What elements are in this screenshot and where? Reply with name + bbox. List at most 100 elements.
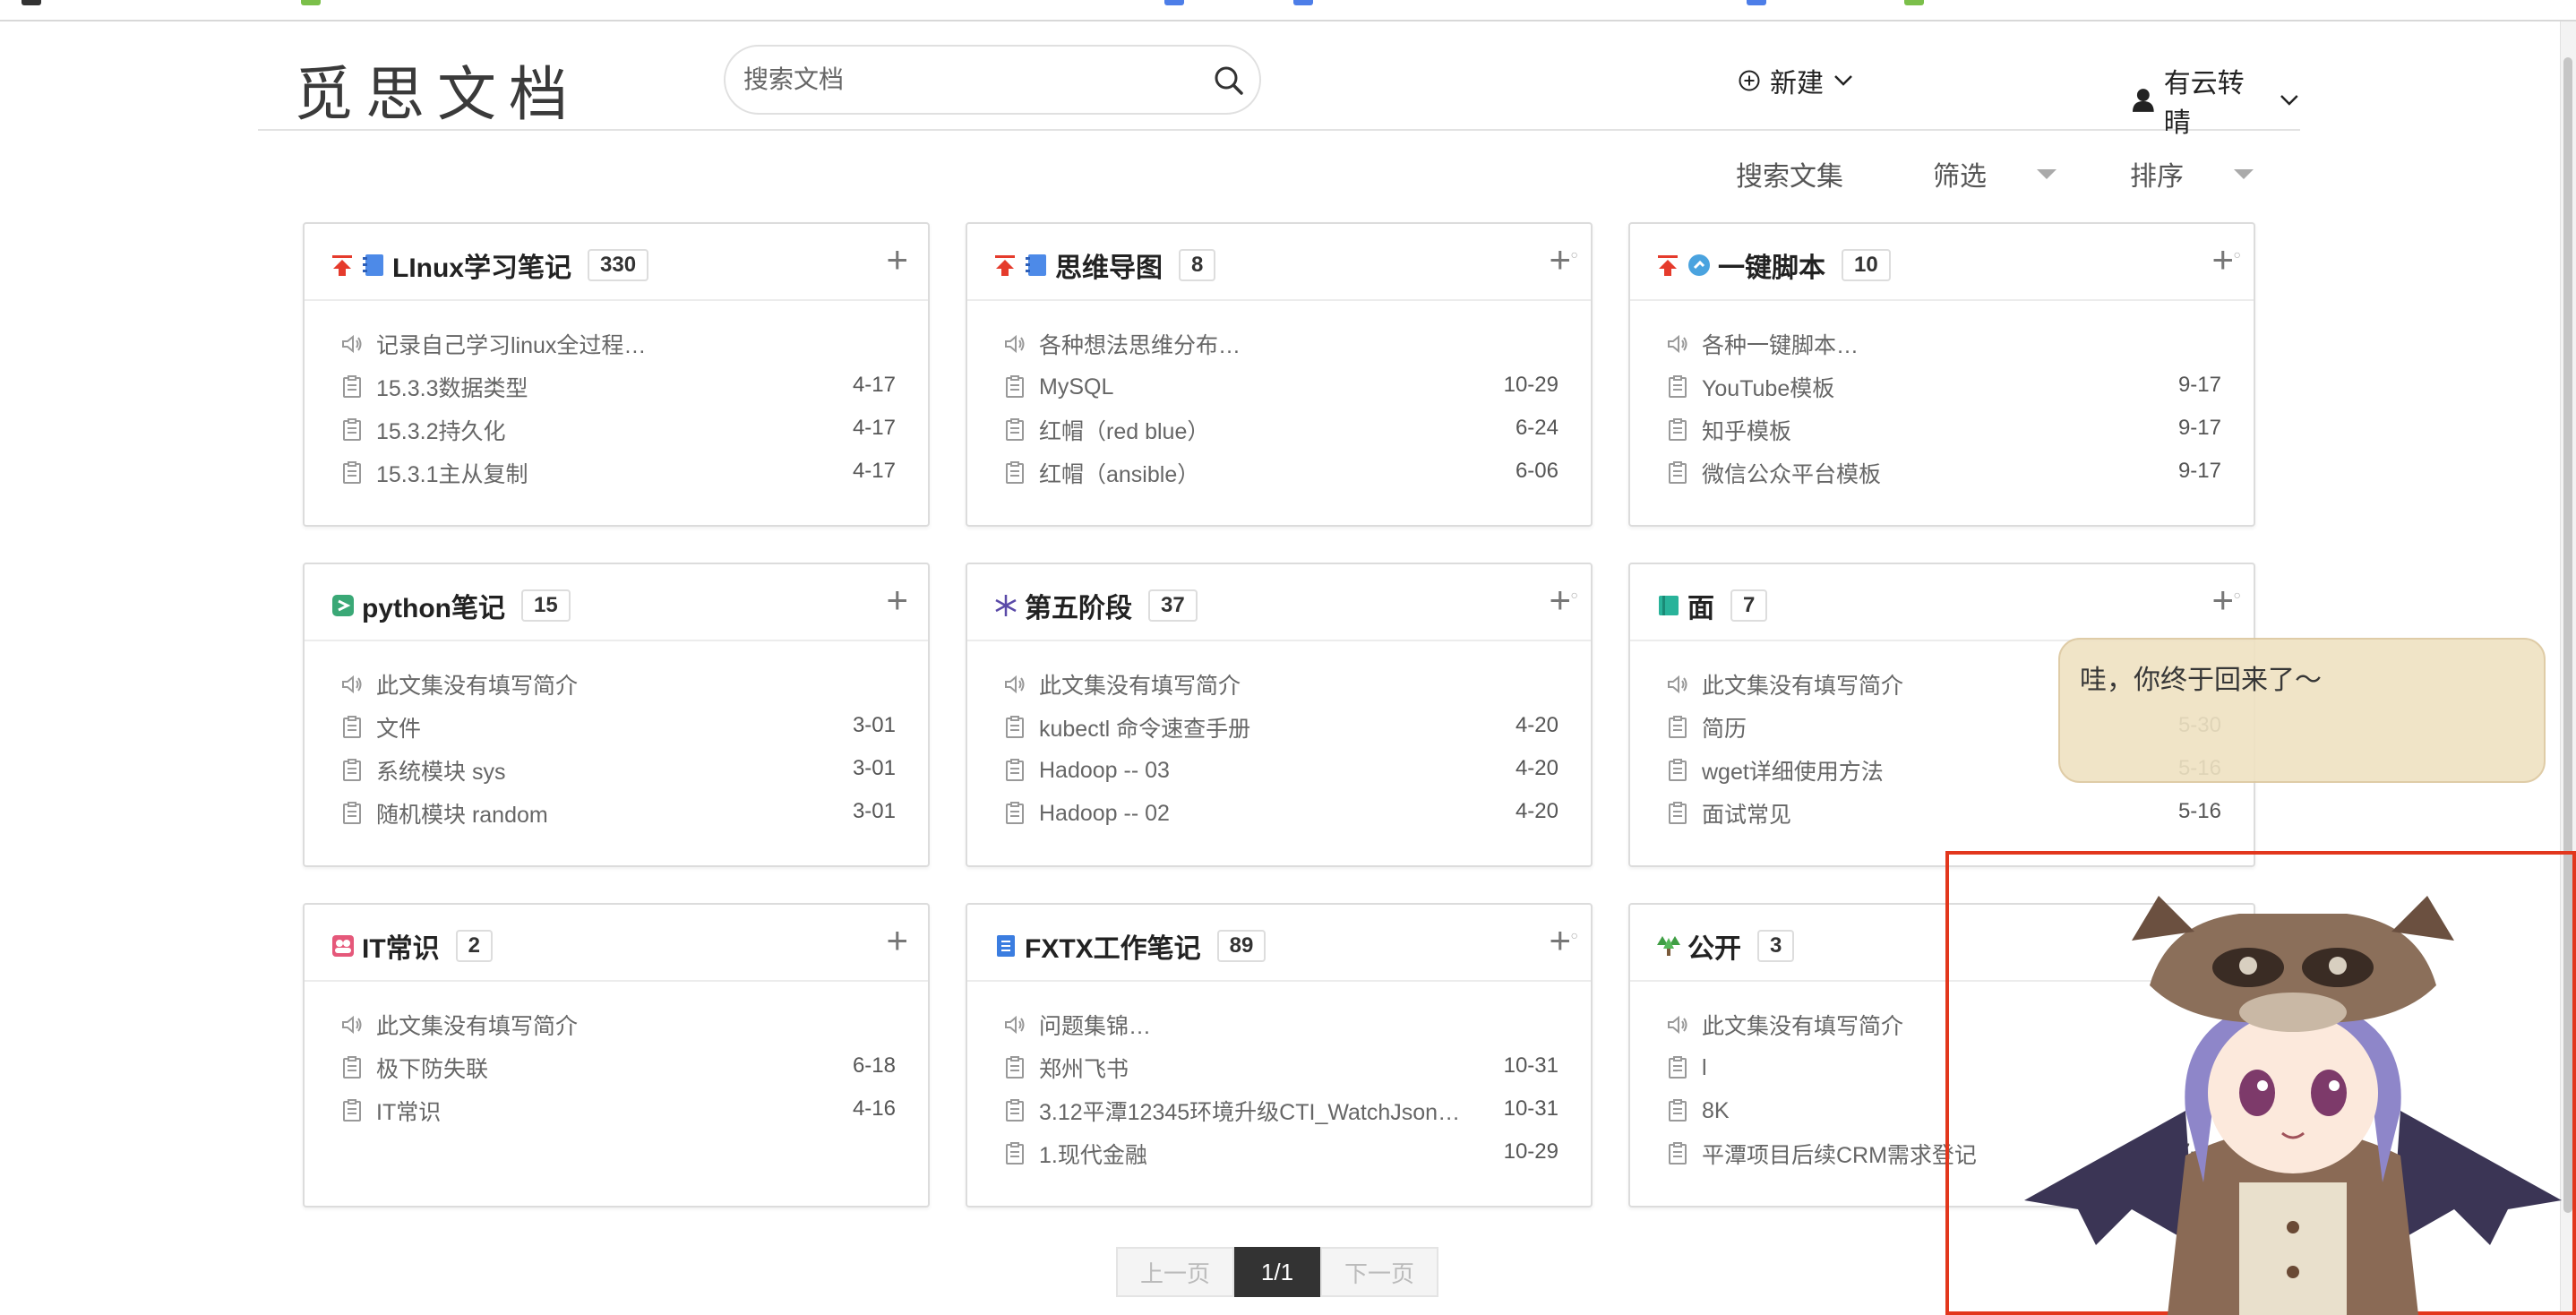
card-title[interactable]: 面7 [1655,586,1768,625]
search-box[interactable] [724,45,1261,115]
mascot-character[interactable] [2015,887,2571,1315]
collection-card[interactable]: LInux学习笔记 330 + 记录自己学习linux全过程… 15.3.3数据类型 4-… [303,222,930,527]
sub-count-icon: ○ [1570,247,1578,262]
new-button[interactable]: 新建 [1738,61,1854,100]
document-title[interactable]: YouTube模板 [1702,371,2132,403]
bookmark-icon[interactable] [1164,0,1184,5]
search-collections-link[interactable]: 搜索文集 [1736,154,1843,193]
add-document-button[interactable]: + [886,241,908,279]
card-title[interactable]: python笔记 15 [330,586,571,625]
document-title[interactable]: 知乎模板 [1702,414,2132,446]
document-item[interactable]: 15.3.1主从复制 4-17 [340,451,896,494]
document-item[interactable]: 红帽（ansible） 6-06 [1003,451,1558,494]
document-item[interactable]: Hadoop -- 02 4-20 [1003,792,1558,835]
card-title[interactable]: IT常识 2 [330,926,494,966]
sort-label: 排序 [2130,162,2184,192]
document-title[interactable]: IT常识 [376,1095,806,1127]
sort-dropdown[interactable]: 排序 [2130,154,2254,193]
document-title[interactable]: MySQL [1039,374,1469,400]
card-title[interactable]: 一键脚本 10 [1655,245,1891,285]
document-title[interactable]: 面试常见 [1702,797,2132,829]
document-item[interactable]: 系统模块 sys 3-01 [340,749,896,792]
collection-card[interactable]: 一键脚本 10 + ○ 各种一键脚本… YouTube模板 9-17 知乎模板 9-17 微信公众… [1628,222,2255,527]
card-title[interactable]: 思维导图 8 [992,245,1216,285]
site-logo[interactable]: 觅思文档 [294,47,580,133]
add-document-button[interactable]: + [886,581,908,619]
add-document-button[interactable]: +○ [1549,581,1578,619]
document-title[interactable]: Hadoop -- 02 [1039,801,1469,827]
document-item[interactable]: 15.3.3数据类型 4-17 [340,365,896,408]
collection-title[interactable]: LInux学习笔记 [392,245,571,285]
collection-title[interactable]: python笔记 [362,586,505,625]
document-item[interactable]: 面试常见 5-16 [1666,792,2221,835]
filter-label: 筛选 [1933,162,1987,192]
document-title[interactable]: Hadoop -- 03 [1039,758,1469,784]
card-title[interactable]: FXTX工作笔记 89 [992,926,1267,966]
card-title[interactable]: LInux学习笔记 330 [330,245,649,285]
add-document-button[interactable]: +○ [1549,922,1578,959]
card-title[interactable]: 第五阶段 37 [992,586,1198,625]
collection-title[interactable]: 公开 [1687,926,1741,966]
collection-title[interactable]: IT常识 [362,926,440,966]
document-title[interactable]: 微信公众平台模板 [1702,457,2132,489]
collection-title[interactable]: 思维导图 [1055,245,1163,285]
document-item[interactable]: YouTube模板 9-17 [1666,365,2221,408]
filter-dropdown[interactable]: 筛选 [1933,154,2057,193]
document-title[interactable]: kubectl 命令速查手册 [1039,711,1469,743]
add-document-button[interactable]: +○ [2211,241,2241,279]
document-item[interactable]: 随机模块 random 3-01 [340,792,896,835]
document-title[interactable]: 极下防失联 [376,1052,806,1084]
document-title[interactable]: 1.现代金融 [1039,1138,1469,1170]
document-item[interactable]: kubectl 命令速查手册 4-20 [1003,706,1558,749]
collection-card[interactable]: IT常识 2 + 此文集没有填写简介 极下防失联 6-18 IT常识 4-16 [303,903,930,1208]
prev-page-button[interactable]: 上一页 [1116,1247,1234,1297]
document-item[interactable]: 3.12平潭12345环境升级CTI_WatchJson… 10-31 [1003,1089,1558,1132]
collection-card[interactable]: FXTX工作笔记 89 + ○ 问题集锦… 郑州飞书 10-31 3.12平潭12345环境升… [966,903,1593,1208]
bookmark-icon[interactable] [21,0,41,5]
document-title[interactable]: 系统模块 sys [376,754,806,786]
bookmark-icon[interactable] [301,0,321,5]
collection-card[interactable]: 第五阶段 37 + ○ 此文集没有填写简介 kubectl 命令速查手册 4-20 Hadoo… [966,563,1593,867]
document-item[interactable]: 微信公众平台模板 9-17 [1666,451,2221,494]
document-item[interactable]: Hadoop -- 03 4-20 [1003,749,1558,792]
document-item[interactable]: IT常识 4-16 [340,1089,896,1132]
card-title[interactable]: 公开 3 [1655,926,1795,966]
document-item[interactable]: 红帽（red blue） 6-24 [1003,408,1558,451]
search-icon[interactable] [1211,63,1247,99]
collection-card[interactable]: python笔记 15 + 此文集没有填写简介 文件 3-01 系统模块 sys 3-01 随机… [303,563,930,867]
document-icon [1669,1142,1687,1165]
document-item[interactable]: 文件 3-01 [340,706,896,749]
collection-title[interactable]: FXTX工作笔记 [1025,926,1201,966]
collection-title[interactable]: 面 [1687,586,1714,625]
bookmark-icon[interactable] [1904,0,1924,5]
add-document-button[interactable]: +○ [2211,581,2241,619]
document-item[interactable]: 1.现代金融 10-29 [1003,1132,1558,1175]
document-title[interactable]: 郑州飞书 [1039,1052,1469,1084]
user-menu[interactable]: 有云转晴 [2132,61,2300,140]
document-title[interactable]: 15.3.2持久化 [376,414,806,446]
add-document-button[interactable]: + [886,922,908,959]
collection-card[interactable]: 思维导图 8 + ○ 各种想法思维分布… MySQL 10-29 红帽（red blue） 6-… [966,222,1593,527]
document-item[interactable]: 知乎模板 9-17 [1666,408,2221,451]
document-date: 4-20 [1515,799,1558,823]
document-title[interactable]: 文件 [376,711,806,743]
document-item[interactable]: 郑州飞书 10-31 [1003,1046,1558,1089]
add-document-button[interactable]: +○ [1549,241,1578,279]
document-date: 4-17 [852,459,896,483]
document-title[interactable]: 随机模块 random [376,797,806,829]
document-title[interactable]: 3.12平潭12345环境升级CTI_WatchJson… [1039,1095,1469,1127]
document-date: 4-20 [1515,713,1558,737]
bookmark-icon[interactable] [1747,0,1766,5]
document-title[interactable]: 15.3.1主从复制 [376,457,806,489]
next-page-button[interactable]: 下一页 [1320,1247,1438,1297]
document-item[interactable]: 极下防失联 6-18 [340,1046,896,1089]
collection-title[interactable]: 第五阶段 [1025,586,1132,625]
bookmark-icon[interactable] [1293,0,1313,5]
document-title[interactable]: 红帽（red blue） [1039,414,1469,446]
collection-title[interactable]: 一键脚本 [1718,245,1825,285]
search-input[interactable] [743,59,1191,100]
document-title[interactable]: 红帽（ansible） [1039,457,1469,489]
document-item[interactable]: 15.3.2持久化 4-17 [340,408,896,451]
document-item[interactable]: MySQL 10-29 [1003,365,1558,408]
document-title[interactable]: 15.3.3数据类型 [376,371,806,403]
